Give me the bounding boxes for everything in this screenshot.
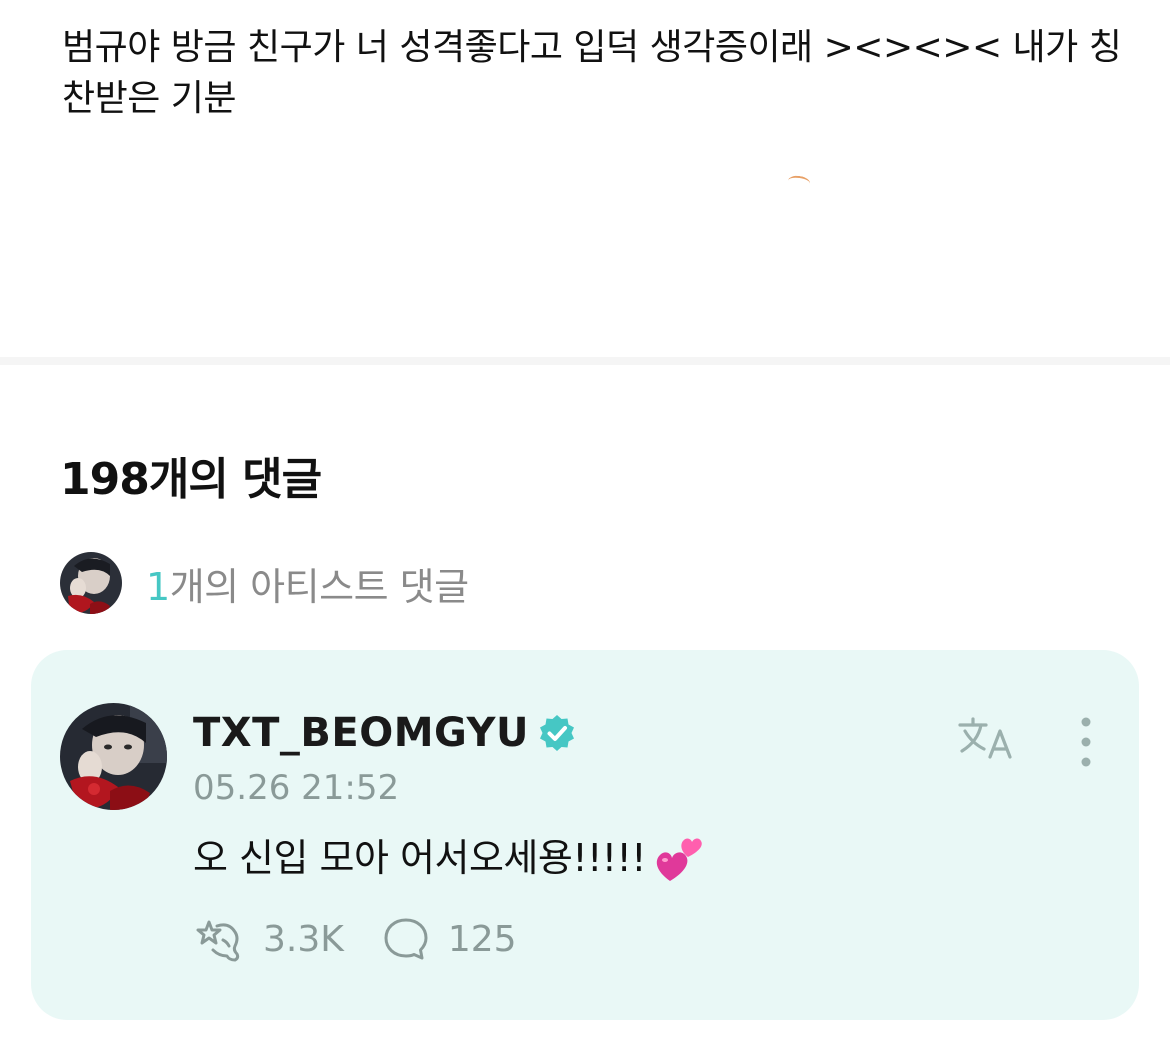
comment-actions: 3.3K 125 xyxy=(193,916,517,962)
reply-count: 125 xyxy=(447,918,517,960)
comment-author[interactable]: TXT_BEOMGYU xyxy=(193,708,577,758)
like-button[interactable]: 3.3K xyxy=(193,916,344,962)
loading-spinner-icon xyxy=(787,174,811,190)
comment-timestamp: 05.26 21:52 xyxy=(193,768,400,808)
comment-author-name: TXT_BEOMGYU xyxy=(193,710,529,756)
artist-comments-count: 1 xyxy=(146,564,170,609)
post-body-text: 범규야 방금 친구가 너 성격좋다고 입덕 생각증이래 ><><>< 내가 칭찬… xyxy=(62,27,1122,119)
artist-avatar xyxy=(60,552,122,614)
artist-comments-summary[interactable]: 1개의 아티스트 댓글 xyxy=(60,552,469,614)
translate-icon xyxy=(958,717,1012,759)
comment-text-content: 오 신입 모아 어서오세용!!!!! xyxy=(193,836,647,880)
like-count: 3.3K xyxy=(263,918,344,960)
section-divider xyxy=(0,357,1170,365)
comment-text: 오 신입 모아 어서오세용!!!!! xyxy=(193,831,706,885)
more-options-icon xyxy=(1081,717,1091,767)
reply-button[interactable]: 125 xyxy=(382,916,517,962)
like-icon xyxy=(196,920,240,962)
artist-comment-card: TXT_BEOMGYU 05.26 21:52 오 신입 모아 어서오세용!!!… xyxy=(31,650,1139,1020)
verified-badge-icon xyxy=(539,715,574,751)
comments-heading: 198개의 댓글 xyxy=(60,454,322,505)
artist-comments-label: 1개의 아티스트 댓글 xyxy=(146,556,469,611)
more-options-button[interactable] xyxy=(1071,716,1101,768)
comment-author-avatar[interactable] xyxy=(60,703,167,810)
reply-icon xyxy=(384,918,428,960)
translate-button[interactable] xyxy=(956,713,1018,765)
artist-comments-text: 개의 아티스트 댓글 xyxy=(169,564,469,609)
two-hearts-emoji xyxy=(656,838,702,881)
